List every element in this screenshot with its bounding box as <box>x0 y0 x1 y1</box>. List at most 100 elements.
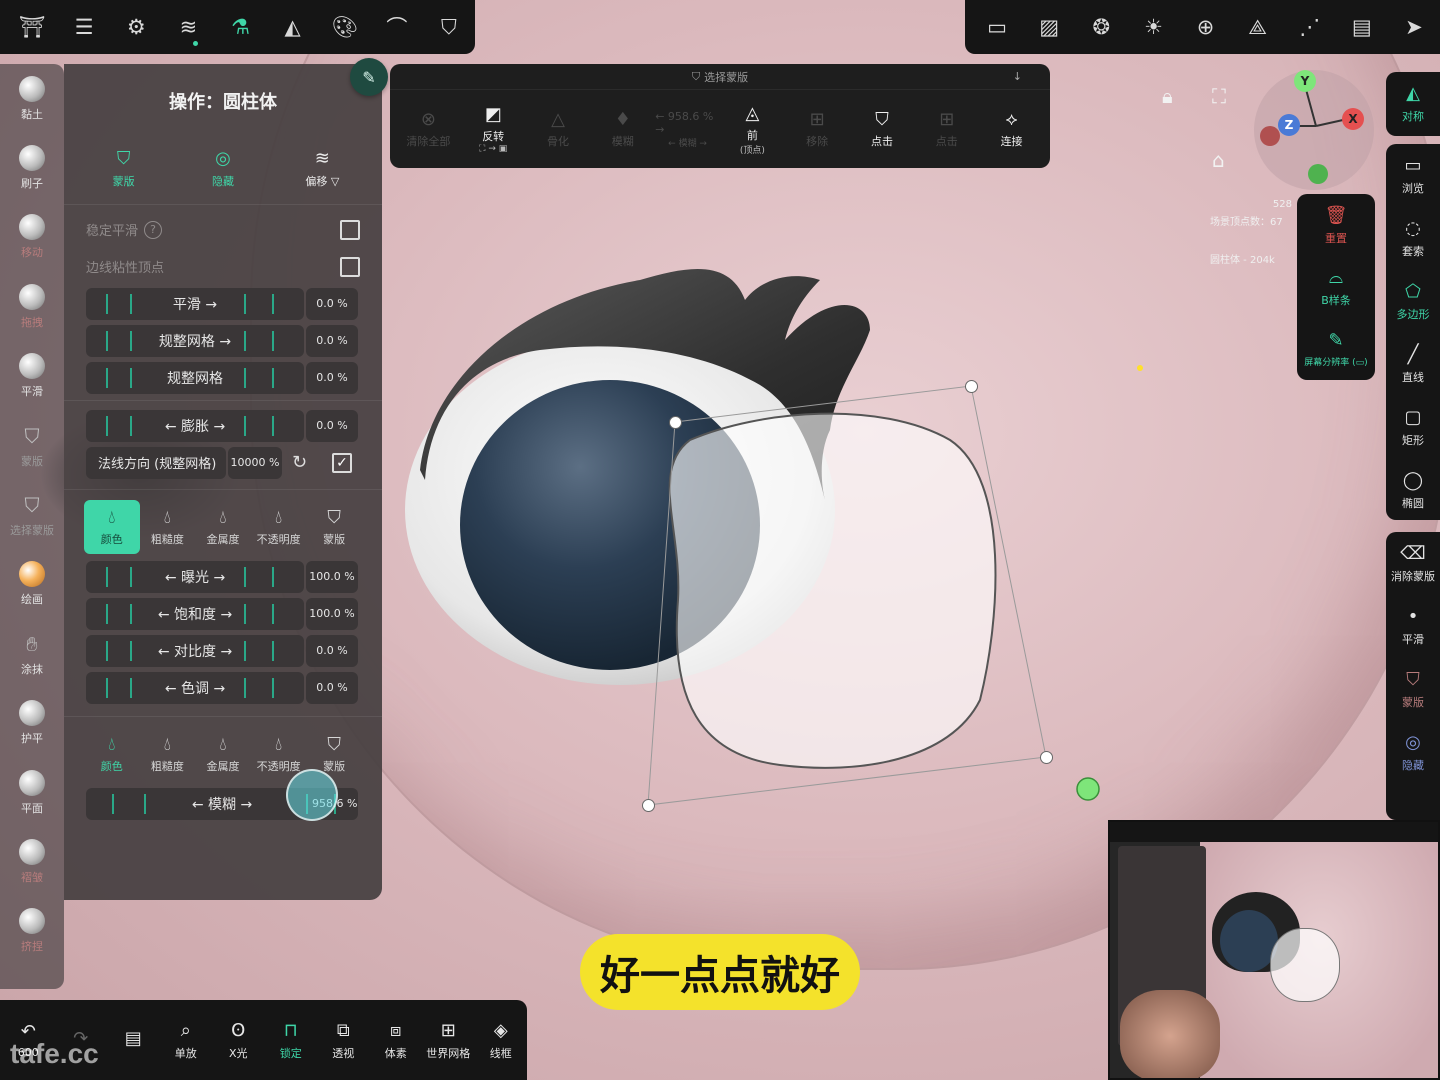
toolbar-button-0[interactable]: ⛩ <box>6 0 58 54</box>
slider-sliders_group3-1[interactable]: ← 饱和度 → <box>86 597 304 630</box>
popup-item-2[interactable]: ✎ 屏幕分辨率 (▭) <box>1297 318 1375 380</box>
selection-button-2[interactable]: △ 骨化 <box>526 90 591 168</box>
rail-item-8[interactable]: ✋︎ 涂抹 <box>0 619 64 688</box>
rail-item-9[interactable]: 护平 <box>0 689 64 758</box>
handle-bottom-left[interactable] <box>642 799 655 812</box>
right-rail-item-right_rail_mid-0[interactable]: ▭ 浏览 <box>1386 144 1440 207</box>
material-3[interactable]: 💧︎ 不透明度 <box>251 500 307 554</box>
bottom-button-2[interactable]: ▤ <box>107 1000 160 1080</box>
right-rail-item-right_rail_top-0[interactable]: ◭ 对称 <box>1386 72 1440 135</box>
help-icon[interactable]: ? <box>144 220 163 239</box>
axis-gizmo[interactable]: Y X Z <box>1254 70 1374 190</box>
selection-button-8[interactable]: ⊞ 点击 <box>914 90 979 168</box>
axis-y[interactable]: Y <box>1294 70 1316 92</box>
axis-neg-x[interactable] <box>1260 126 1280 146</box>
toolbar-button-8[interactable]: ⛉ <box>423 0 475 54</box>
toolbar-button-4[interactable]: ⚗ <box>214 0 266 54</box>
right-rail-item-right_rail_bottom-2[interactable]: ⛉ 蒙版 <box>1386 658 1440 721</box>
tab-offset[interactable]: ≋ 偏移 ▽ <box>273 138 372 198</box>
toolbar-button-right-7[interactable]: ▤ <box>1336 0 1388 54</box>
rail-item-1[interactable]: 刷子 <box>0 133 64 202</box>
slider-sliders_group1-1[interactable]: 规整网格 → <box>86 324 304 357</box>
right-rail-item-right_rail_mid-1[interactable]: ◌ 套索 <box>1386 207 1440 270</box>
toolbar-button-right-0[interactable]: ▭ <box>971 0 1023 54</box>
slider-sliders_group3-2[interactable]: ← 对比度 → <box>86 634 304 667</box>
toolbar-button-3[interactable]: ≋ <box>162 0 214 54</box>
slider-sliders_group3-3[interactable]: ← 色调 → <box>86 671 304 704</box>
slider-value[interactable]: 100.0 % <box>306 560 358 593</box>
material-4[interactable]: ⛉ 蒙版 <box>306 500 362 554</box>
bottom-button-3[interactable]: ⌕ 单放 <box>160 1000 213 1080</box>
popup-item-0[interactable]: 🗑︎ 重置 <box>1297 194 1375 256</box>
material-0[interactable]: 💧︎ 颜色 <box>84 727 140 781</box>
toolbar-button-5[interactable]: ◭ <box>267 0 319 54</box>
material-1[interactable]: 💧︎ 粗糙度 <box>140 727 196 781</box>
tab-mask[interactable]: ⛉ 蒙版 <box>74 138 173 198</box>
right-rail-item-right_rail_mid-2[interactable]: ⬠ 多边形 <box>1386 270 1440 333</box>
slider-sliders_group2-0[interactable]: ← 膨胀 → <box>86 409 304 442</box>
rail-item-6[interactable]: ⛉ 选择蒙版 <box>0 480 64 549</box>
sticky-vertices-checkbox[interactable] <box>340 256 360 277</box>
toolbar-button-1[interactable]: ☰ <box>58 0 110 54</box>
axis-x[interactable]: X <box>1342 108 1364 130</box>
pin-button[interactable]: ✎ <box>350 58 388 96</box>
rail-item-7[interactable]: 绘画 <box>0 550 64 619</box>
bottom-button-9[interactable]: ◈ 线框 <box>475 1000 528 1080</box>
rail-item-12[interactable]: 挤捏 <box>0 897 64 966</box>
toolbar-button-right-8[interactable]: ➤ <box>1388 0 1440 54</box>
axis-neg-y[interactable] <box>1308 164 1328 184</box>
slider-value[interactable]: 100.0 % <box>306 597 358 630</box>
axis-z[interactable]: Z <box>1278 114 1300 136</box>
slider-value[interactable]: 0.0 % <box>306 409 358 442</box>
bottom-button-5[interactable]: ⊓ 锁定 <box>265 1000 318 1080</box>
selection-button-9[interactable]: ⟡ 连接 <box>979 90 1044 168</box>
selection-button-7[interactable]: ⛉ 点击 <box>850 90 915 168</box>
selection-button-3[interactable]: ♦ 模糊 <box>590 90 655 168</box>
slider-value[interactable]: 0.0 % <box>306 361 358 394</box>
rail-item-3[interactable]: 拖拽 <box>0 272 64 341</box>
normal-direction-checkbox[interactable]: ✓ <box>332 452 352 473</box>
refresh-icon[interactable]: ↻ <box>292 452 307 473</box>
popup-item-1[interactable]: ⌓ B样条 <box>1297 256 1375 318</box>
material-0[interactable]: 💧︎ 颜色 <box>84 500 140 554</box>
selection-button-1[interactable]: ◩ 反转 ⛶ → ▣ <box>461 90 526 168</box>
normal-direction-slider[interactable]: 法线方向 (规整网格) <box>86 446 226 479</box>
toolbar-button-7[interactable]: ⌒ <box>371 0 423 54</box>
bottom-button-8[interactable]: ⊞ 世界网格 <box>422 1000 475 1080</box>
material-2[interactable]: 💧︎ 金属度 <box>195 500 251 554</box>
slider-sliders_group3-0[interactable]: ← 曝光 → <box>86 560 304 593</box>
right-rail-item-right_rail_bottom-0[interactable]: ⌫ 消除蒙版 <box>1386 532 1440 595</box>
selection-button-6[interactable]: ⊞ 移除 <box>785 90 850 168</box>
bottom-button-4[interactable]: ʘ X光 <box>212 1000 265 1080</box>
slider-value[interactable]: 0.0 % <box>306 324 358 357</box>
right-rail-item-right_rail_mid-5[interactable]: ◯ 椭圆 <box>1386 459 1440 522</box>
rail-item-4[interactable]: 平滑 <box>0 342 64 411</box>
rail-item-10[interactable]: 平面 <box>0 758 64 827</box>
selection-button-4[interactable]: ← 958.6 % → ← 模糊 → <box>655 90 720 168</box>
toolbar-button-2[interactable]: ⚙ <box>110 0 162 54</box>
slider-sliders_group1-2[interactable]: 规整网格 <box>86 361 304 394</box>
rail-item-11[interactable]: 褶皱 <box>0 827 64 896</box>
toolbar-button-right-1[interactable]: ▨ <box>1023 0 1075 54</box>
toolbar-button-6[interactable]: 🎨︎ <box>319 0 371 54</box>
right-rail-item-right_rail_mid-3[interactable]: ╱ 直线 <box>1386 333 1440 396</box>
right-rail-item-right_rail_bottom-1[interactable]: • 平滑 <box>1386 595 1440 658</box>
material-2[interactable]: 💧︎ 金属度 <box>195 727 251 781</box>
selection-button-0[interactable]: ⊗ 清除全部 <box>396 90 461 168</box>
collapse-button[interactable]: ↓ <box>1013 70 1022 83</box>
fullscreen-icon[interactable]: ⛶ <box>1212 84 1226 108</box>
stable-smooth-checkbox[interactable] <box>340 219 360 240</box>
toolbar-button-right-6[interactable]: ⋰ <box>1284 0 1336 54</box>
right-rail-item-right_rail_bottom-3[interactable]: ◎ 隐藏 <box>1386 721 1440 784</box>
handle-top-right[interactable] <box>965 380 978 393</box>
lock-icon[interactable]: 🔒︎ <box>1162 84 1173 108</box>
home-icon[interactable]: ⌂ <box>1212 148 1225 172</box>
slider-value[interactable]: 0.0 % <box>306 634 358 667</box>
slider-sliders_group1-0[interactable]: 平滑 → <box>86 287 304 320</box>
tab-hide[interactable]: ◎ 隐藏 <box>173 138 272 198</box>
selection-button-5[interactable]: ◬ 前 (顶点) <box>720 90 785 168</box>
toolbar-button-right-2[interactable]: ❂ <box>1075 0 1127 54</box>
bottom-button-6[interactable]: ⧉ 透视 <box>317 1000 370 1080</box>
toolbar-button-right-3[interactable]: ☀ <box>1127 0 1179 54</box>
rail-item-2[interactable]: 移动 <box>0 203 64 272</box>
